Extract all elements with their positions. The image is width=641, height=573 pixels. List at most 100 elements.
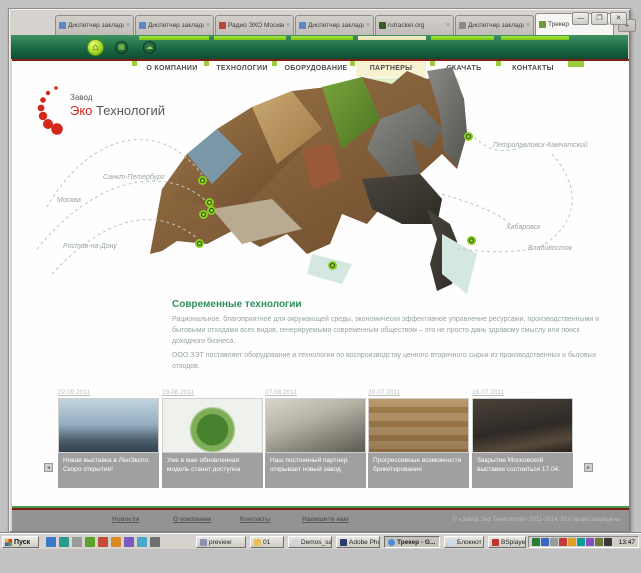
windows-flag-icon: [5, 539, 12, 546]
nav-item-contacts[interactable]: КОНТАКТЫ: [502, 61, 564, 77]
quicklaunch-icon[interactable]: [72, 537, 82, 547]
quicklaunch-icon[interactable]: [98, 537, 108, 547]
tab-favicon: [459, 22, 466, 29]
tab-bookmarks-2[interactable]: Диспетчер закладок ×: [135, 15, 214, 35]
nav-item-about[interactable]: О КОМПАНИИ: [140, 61, 204, 77]
tab-favicon: [299, 22, 306, 29]
menu-item-wood-shredding[interactable]: Измельчение дерева: [362, 78, 458, 95]
taskbar-button-01[interactable]: 01: [250, 536, 284, 548]
tray-icon[interactable]: [541, 538, 549, 546]
news-card[interactable]: 07.08.2011 Наш постоянный партнер открыв…: [265, 389, 366, 488]
carousel-next-button[interactable]: ►: [584, 463, 593, 472]
map-marker[interactable]: [467, 236, 476, 245]
tab-favicon: [539, 21, 546, 28]
restore-button[interactable]: ❐: [591, 12, 608, 25]
news-date: 30.07.2011: [368, 389, 469, 396]
player-icon: [492, 539, 499, 546]
tray-icon[interactable]: [559, 538, 567, 546]
nav-separator-square: [350, 61, 355, 66]
toolbar-accent-bar: [358, 36, 426, 40]
site-logo[interactable]: Завод Эко Технологий: [32, 85, 202, 139]
gallery-button[interactable]: ▦: [115, 41, 128, 54]
taskbar-clock: 13:47: [619, 539, 635, 546]
cloud-button[interactable]: ☁: [143, 41, 156, 54]
footer-link-write-us[interactable]: Напишите нам: [302, 516, 349, 523]
nav-item-equipment[interactable]: ОБОРУДОВАНИЕ: [278, 61, 354, 77]
taskbar-button-preview[interactable]: preview: [196, 536, 246, 548]
news-card[interactable]: 30.07.2011 Прогрессивные возможности бри…: [368, 389, 469, 488]
tab-rutracker[interactable]: rutracker.org ×: [375, 15, 454, 35]
toolbar-accent-bar: [214, 36, 286, 40]
nav-item-download[interactable]: СКАЧАТЬ: [436, 61, 492, 77]
tab-bookmarks-4[interactable]: Диспетчер закладок ×: [455, 15, 534, 35]
city-label-vladivostok: Владивосток: [528, 245, 572, 252]
quicklaunch-icon[interactable]: [46, 537, 56, 547]
footer-copyright: © «Завод Эко Технологий» 2011-2014. Все …: [452, 517, 621, 523]
tab-label: Диспетчер закладок: [308, 22, 364, 29]
toolbar-accent-bar: [431, 36, 494, 40]
tray-icon[interactable]: [532, 538, 540, 546]
tab-close-icon[interactable]: ×: [286, 22, 290, 29]
webpage: О КОМПАНИИ ТЕХНОЛОГИИ ОБОРУДОВАНИЕ ПАРТН…: [12, 59, 629, 531]
tab-radio-echo[interactable]: Радио ЭХО Москвы... ×: [215, 15, 294, 35]
taskbar-button-demos[interactable]: Demos_sal_...: [288, 536, 332, 548]
tray-icon[interactable]: [568, 538, 576, 546]
news-title: Закрытие Московской выставки состоиться …: [472, 453, 573, 488]
globe-icon: [388, 539, 395, 546]
nav-item-partners[interactable]: ПАРТНЕРЫ: [356, 61, 426, 77]
map-marker[interactable]: [464, 132, 473, 141]
tab-bookmarks-3[interactable]: Диспетчер закладок ×: [295, 15, 374, 35]
menu-item-metal-shredding[interactable]: Измельчение металлов: [362, 95, 458, 112]
start-button[interactable]: Пуск: [2, 536, 39, 548]
tab-close-icon[interactable]: ×: [206, 22, 210, 29]
footer-link-about[interactable]: О компании: [173, 516, 211, 523]
footer-link-news[interactable]: Новости: [112, 516, 139, 523]
menu-item-drying-complexes[interactable]: Сушильные комплексы: [362, 112, 458, 129]
news-card[interactable]: 16.07.2011 Закрытие Московской выставки …: [472, 389, 573, 488]
quicklaunch-icon[interactable]: [124, 537, 134, 547]
quicklaunch-icon[interactable]: [150, 537, 160, 547]
close-button[interactable]: ✕: [610, 12, 627, 25]
tray-icon[interactable]: [595, 538, 603, 546]
quicklaunch-icon[interactable]: [85, 537, 95, 547]
taskbar-button-adobe[interactable]: Adobe Photo...: [336, 536, 380, 548]
tab-bookmarks-1[interactable]: Диспетчер закладок ×: [55, 15, 134, 35]
tab-close-icon[interactable]: ×: [526, 22, 530, 29]
map-marker[interactable]: [207, 206, 216, 215]
footer-link-contacts[interactable]: Контакты: [240, 516, 271, 523]
news-title: Уже в мае обновленная модель станет дост…: [162, 453, 263, 488]
toolbar-accent-bar: [291, 36, 353, 40]
taskbar-button-label: Блокнот: [457, 539, 482, 546]
tray-icon[interactable]: [604, 538, 612, 546]
minimize-button[interactable]: —: [572, 12, 589, 25]
tray-icon[interactable]: [577, 538, 585, 546]
tray-icon[interactable]: [586, 538, 594, 546]
home-button[interactable]: ⌂: [87, 39, 104, 56]
logo-rest: Технологий: [92, 103, 165, 118]
news-card[interactable]: 22.09.2011 Новая выставка в ЛенЭкспо. Ск…: [58, 389, 159, 488]
quicklaunch-icon[interactable]: [111, 537, 121, 547]
taskbar-button-notepad[interactable]: Блокнот: [444, 536, 484, 548]
section-paragraph-1: Рациональное, благоприятное для окружающ…: [172, 315, 604, 348]
tab-close-icon[interactable]: ×: [446, 22, 450, 29]
folder-icon: [254, 539, 261, 546]
taskbar-button-tracker-active[interactable]: Трекер - G...: [384, 536, 440, 548]
news-thumbnail: [472, 398, 573, 453]
quicklaunch-icon[interactable]: [137, 537, 147, 547]
gallery-icon: ▦: [118, 44, 125, 51]
menu-item-heat-generators[interactable]: Теплогенераторы: [362, 128, 458, 145]
news-card[interactable]: 19.08.2011 Уже в мае обновленная модель …: [162, 389, 263, 488]
map-marker[interactable]: [195, 239, 204, 248]
quicklaunch-icon[interactable]: [59, 537, 69, 547]
map-marker[interactable]: [198, 176, 207, 185]
taskbar-button-bsplayer[interactable]: BSplayer: [488, 536, 526, 548]
tray-icon[interactable]: [550, 538, 558, 546]
tab-close-icon[interactable]: ×: [366, 22, 370, 29]
map-marker[interactable]: [328, 261, 337, 270]
news-title: Прогрессивные возможности брикетирования: [368, 453, 469, 488]
nav-item-technologies[interactable]: ТЕХНОЛОГИИ: [210, 61, 274, 77]
tab-close-icon[interactable]: ×: [126, 22, 130, 29]
tab-favicon: [219, 22, 226, 29]
carousel-prev-button[interactable]: ◄: [44, 463, 53, 472]
logo-eco: Эко: [70, 103, 92, 118]
